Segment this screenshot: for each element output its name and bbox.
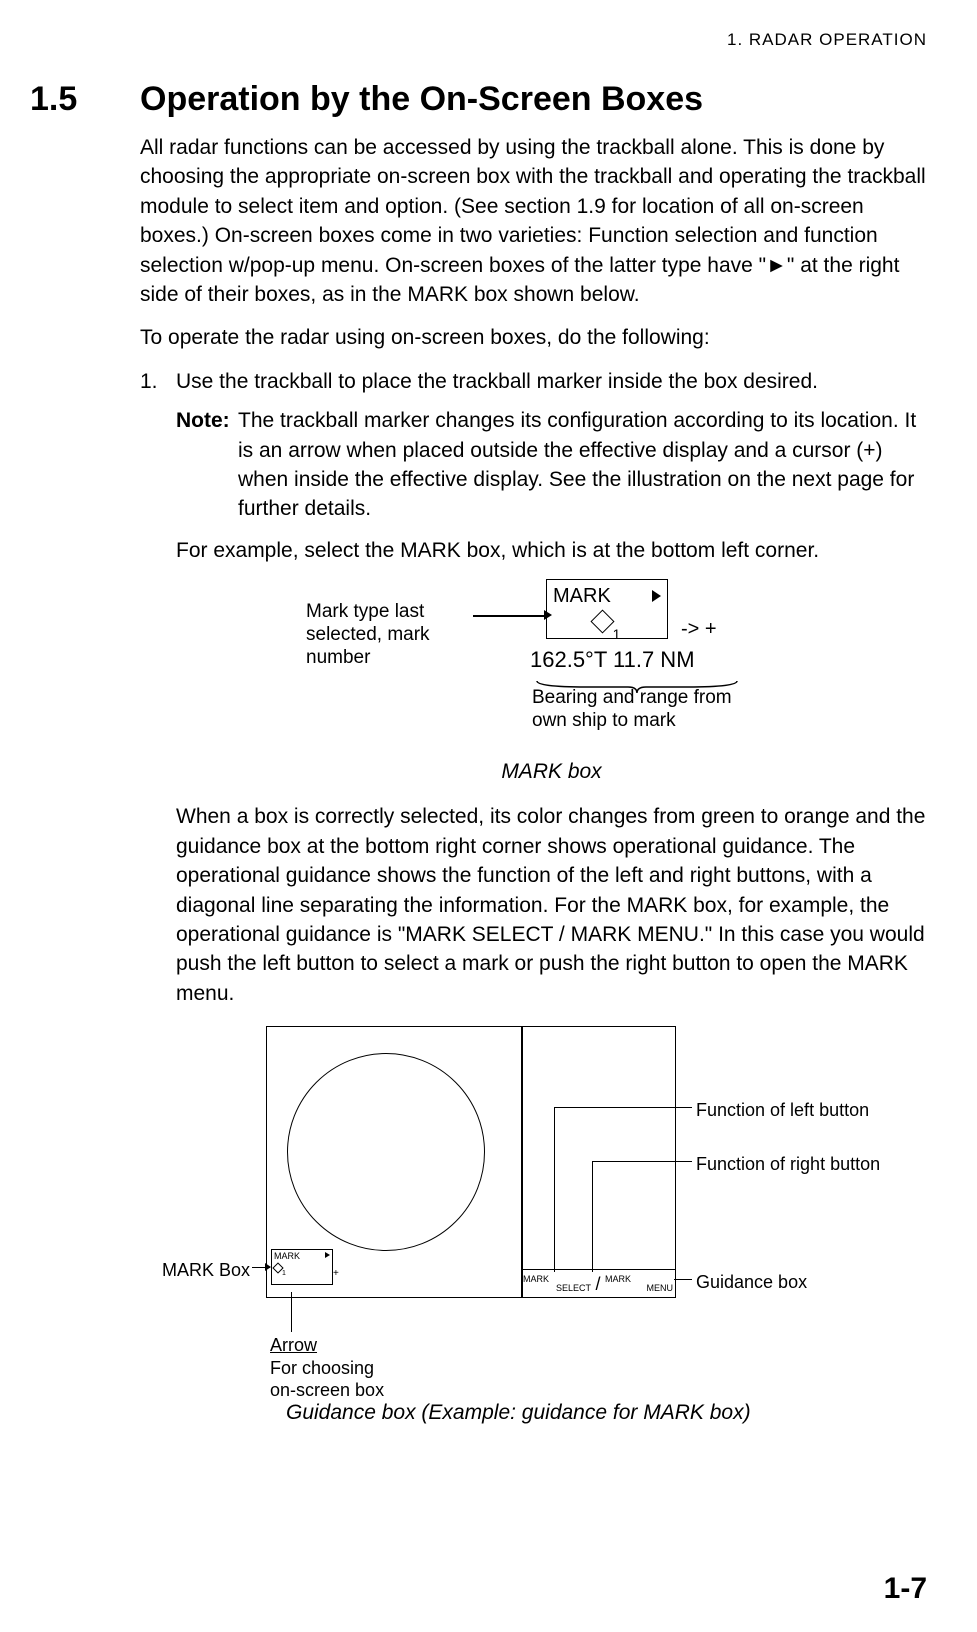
leader-line xyxy=(674,1279,692,1280)
example-line: For example, select the MARK box, which … xyxy=(176,536,927,565)
page-number: 1-7 xyxy=(884,1572,927,1606)
figure-mark-box: Mark type last selected, mark number MAR… xyxy=(176,577,927,787)
fn-left-callout: Function of left button xyxy=(696,1098,869,1123)
note-label: Note: xyxy=(176,406,238,524)
mark-box-label: MARK xyxy=(553,582,611,610)
guidance-slash-icon: / xyxy=(593,1272,603,1297)
leader-line xyxy=(554,1107,692,1108)
radar-screen-outline: MARK 1 + MARK SELECT / MARK MENU xyxy=(266,1026,676,1298)
brace-icon xyxy=(536,673,738,687)
leader-line xyxy=(592,1161,692,1162)
note-block: Note: The trackball marker changes its c… xyxy=(176,406,927,524)
screen-divider xyxy=(521,1027,523,1297)
brace-label: Bearing and range from own ship to mark xyxy=(532,687,732,733)
mark-box-leader xyxy=(252,1267,270,1268)
step-1-text: Use the trackball to place the trackball… xyxy=(176,367,927,396)
note-text: The trackball marker changes its configu… xyxy=(238,406,927,524)
arrow-callout: Arrow For choosing on-screen box xyxy=(270,1334,384,1402)
guidance-left: MARK SELECT xyxy=(521,1275,593,1293)
leader-line xyxy=(554,1107,555,1272)
mini-cursor-icon: + xyxy=(333,1267,339,1281)
mark-box: MARK 1 xyxy=(546,579,668,639)
mini-popup-icon xyxy=(325,1252,330,1258)
intro-paragraph: All radar functions can be accessed by u… xyxy=(140,133,927,309)
ppi-circle-icon xyxy=(287,1053,485,1251)
mark-number: 1 xyxy=(613,626,621,642)
section-number: 1.5 xyxy=(30,80,140,119)
running-head: 1. RADAR OPERATION xyxy=(30,30,927,50)
guidance-box-callout: Guidance box xyxy=(696,1270,807,1295)
figure-guidance-box: MARK 1 + MARK SELECT / MARK MENU xyxy=(176,1026,927,1446)
guidance-box: MARK SELECT / MARK MENU xyxy=(521,1269,675,1298)
after-fig1-paragraph: When a box is correctly selected, its co… xyxy=(176,802,927,1008)
cursor-hint: -> + xyxy=(681,615,717,643)
section-title: Operation by the On-Screen Boxes xyxy=(140,80,703,119)
guidance-right: MARK MENU xyxy=(603,1275,675,1293)
arrow-leader xyxy=(291,1292,292,1332)
diamond-mark-icon xyxy=(590,610,614,634)
step-1-number: 1. xyxy=(140,367,176,396)
bearing-range-text: 162.5°T 11.7 NM xyxy=(530,645,695,676)
callout-leader-line xyxy=(473,615,546,617)
fig2-caption: Guidance box (Example: guidance for MARK… xyxy=(286,1398,751,1427)
lead-in-paragraph: To operate the radar using on-screen box… xyxy=(140,323,927,352)
popup-indicator-icon xyxy=(652,590,661,602)
step-1: 1. Use the trackball to place the trackb… xyxy=(140,367,927,396)
mini-mark-box: MARK 1 xyxy=(271,1249,333,1285)
fig1-callout: Mark type last selected, mark number xyxy=(306,601,430,669)
mini-mark-label: MARK xyxy=(274,1252,300,1261)
fn-right-callout: Function of right button xyxy=(696,1152,880,1177)
leader-line xyxy=(592,1161,593,1272)
mark-box-callout: MARK Box xyxy=(162,1258,250,1283)
